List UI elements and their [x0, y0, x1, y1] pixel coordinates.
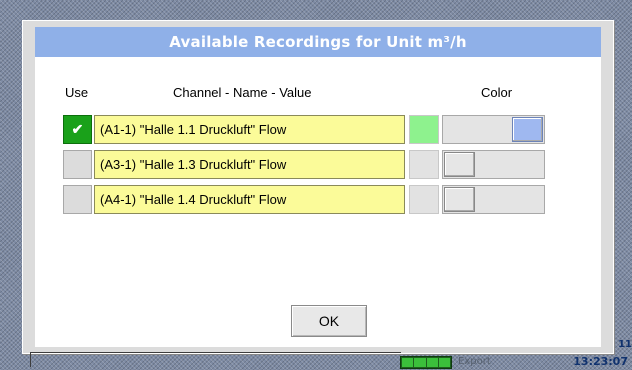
dialog-content: Use Channel - Name - Value Color ✔ (A1-1…: [35, 57, 601, 347]
recording-row-a1: ✔ (A1-1) "Halle 1.1 Druckluft" Flow: [63, 115, 563, 144]
status-bar: Export 13:23:07: [0, 352, 632, 370]
ok-button[interactable]: OK: [291, 305, 367, 337]
color-slider-a1[interactable]: [442, 115, 545, 144]
recording-row-a4: (A4-1) "Halle 1.4 Druckluft" Flow: [63, 185, 563, 214]
recordings-dialog: Available Recordings for Unit m³/h Use C…: [22, 20, 614, 354]
clock: 13:23:07: [573, 355, 628, 368]
dialog-title: Available Recordings for Unit m³/h: [35, 27, 601, 57]
recording-row-a3: (A3-1) "Halle 1.3 Druckluft" Flow: [63, 150, 563, 179]
slider-knob-a4[interactable]: [444, 187, 475, 212]
status-frame: [30, 352, 401, 367]
color-swatch-a4: [409, 185, 439, 214]
header-use: Use: [65, 85, 89, 100]
slider-knob-a3[interactable]: [444, 152, 475, 177]
color-slider-a4[interactable]: [442, 185, 545, 214]
use-checkbox-a4[interactable]: [63, 185, 92, 214]
slider-knob-a1[interactable]: [512, 117, 543, 142]
corner-label: 11: [618, 339, 632, 350]
use-checkbox-a3[interactable]: [63, 150, 92, 179]
status-text: Export: [458, 356, 491, 367]
color-swatch-a1: [409, 115, 439, 144]
channel-name-field-a3[interactable]: (A3-1) "Halle 1.3 Druckluft" Flow: [94, 150, 405, 179]
battery-icon: [400, 356, 452, 369]
channel-name-field-a1[interactable]: (A1-1) "Halle 1.1 Druckluft" Flow: [94, 115, 405, 144]
use-checkbox-a1[interactable]: ✔: [63, 115, 92, 144]
header-channel: Channel - Name - Value: [173, 85, 312, 100]
color-slider-a3[interactable]: [442, 150, 545, 179]
color-swatch-a3: [409, 150, 439, 179]
channel-name-field-a4[interactable]: (A4-1) "Halle 1.4 Druckluft" Flow: [94, 185, 405, 214]
check-icon: ✔: [71, 121, 84, 137]
header-color: Color: [481, 85, 513, 100]
